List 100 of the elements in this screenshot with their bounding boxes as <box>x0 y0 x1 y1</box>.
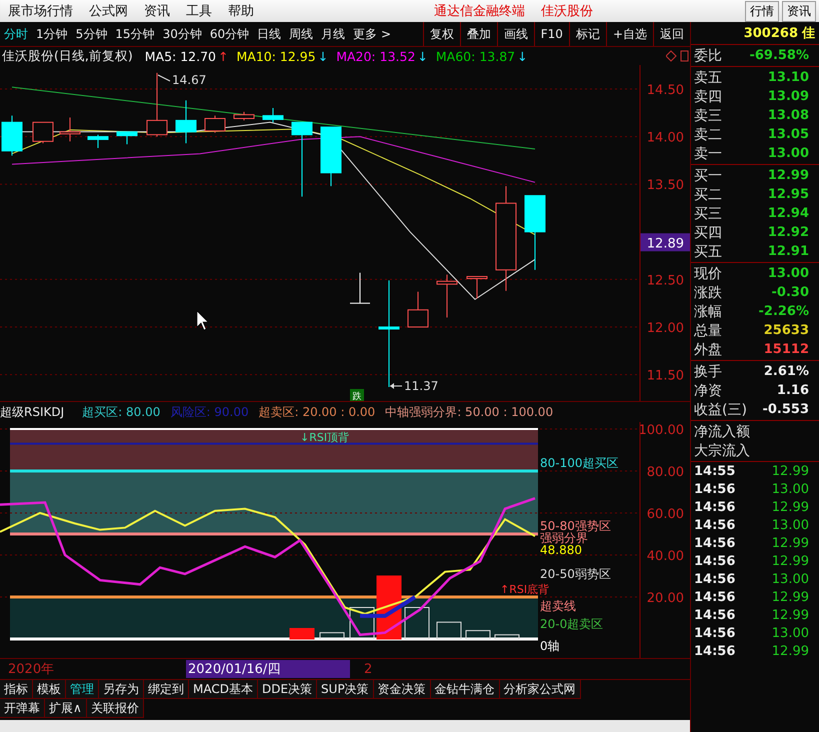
indicator-tab[interactable]: MACD基本 <box>189 680 258 699</box>
trade-price: 12.99 <box>772 590 809 607</box>
quote-label: 外盘 <box>694 340 722 358</box>
price-axis-label: 12.00 <box>646 321 684 336</box>
trade-time: 14:56 <box>694 554 736 571</box>
quote-label: 买五 <box>694 242 722 260</box>
app-title: 佳沃股份 <box>541 3 593 20</box>
trade-price: 12.99 <box>772 500 809 517</box>
trade-time: 14:56 <box>694 590 736 607</box>
indicator-tab[interactable]: 绑定到 <box>144 680 189 699</box>
indicator-axis-label: 20.00 <box>646 591 684 606</box>
indicator-tab[interactable]: 另存为 <box>99 680 144 699</box>
menu-item[interactable]: 公式网 <box>81 2 136 20</box>
price-axis-label: 12.50 <box>646 273 684 288</box>
trade-price: 12.99 <box>772 554 809 571</box>
stock-name: 佳 <box>802 25 815 42</box>
date-mark: 2 <box>363 662 374 676</box>
histogram-bar <box>350 607 374 640</box>
quote-value: -0.30 <box>772 285 809 300</box>
indicator-axis-label: 80.00 <box>646 465 684 480</box>
quote-label: 卖四 <box>694 88 722 106</box>
candlestick <box>234 111 254 121</box>
indicator-axis-label: 40.00 <box>646 549 684 564</box>
period-tab[interactable]: 周线 <box>285 26 318 42</box>
indicator-tab[interactable]: 金钻牛满仓 <box>430 680 500 699</box>
view-button[interactable]: 资讯 <box>782 0 816 22</box>
trend-arrow: ↓ <box>417 48 428 64</box>
trade-time: 14:56 <box>694 644 736 661</box>
quote-label: 买二 <box>694 186 722 204</box>
quote-label: 净流入额 <box>694 422 750 440</box>
period-tab[interactable]: 60分钟 <box>206 26 254 42</box>
trade-time: 14:56 <box>694 518 736 535</box>
indicator-param: 中轴强弱分界: 50.00 : 100.00 <box>385 404 554 420</box>
ma-value: MA10: 12.95 <box>236 48 316 64</box>
indicator-tab[interactable]: 关联报价 <box>86 699 144 718</box>
indicator-tab[interactable]: 模板 <box>33 680 66 699</box>
trade-price: 12.99 <box>772 536 809 553</box>
indicator-tab[interactable]: 开弹幕 <box>0 699 45 718</box>
candlestick <box>60 117 80 142</box>
indicator-tab[interactable]: 资金决策 <box>374 680 431 699</box>
bottom-divergence-label: ↑RSI底背 <box>500 582 550 596</box>
quote-value: 12.91 <box>768 244 809 259</box>
menu-item[interactable]: 帮助 <box>220 2 262 20</box>
candlestick <box>262 108 284 123</box>
quote-label: 卖五 <box>694 68 722 86</box>
zone-label: 20-50弱势区 <box>540 567 611 581</box>
period-tab[interactable]: 日线 <box>253 26 286 42</box>
menu-item[interactable]: 工具 <box>178 2 220 20</box>
quote-label: 买四 <box>694 224 722 242</box>
signal-badge: 跌 <box>350 389 364 401</box>
ma-value: MA20: 13.52 <box>336 48 416 64</box>
menu-item[interactable]: 展市场行情 <box>0 2 81 20</box>
period-tab[interactable]: 月线 <box>317 26 350 42</box>
trade-price: 13.00 <box>772 572 809 589</box>
histogram-bar <box>320 632 344 640</box>
indicator-tab[interactable]: 管理 <box>66 680 99 699</box>
period-tab[interactable]: 15分钟 <box>111 26 159 42</box>
period-tab[interactable]: 5分钟 <box>72 26 112 42</box>
candlestick <box>466 276 488 299</box>
view-button[interactable]: 行情 <box>745 0 779 22</box>
quote-value: 13.00 <box>768 146 809 161</box>
leader-line <box>158 74 170 82</box>
trade-time: 14:56 <box>694 500 736 517</box>
quote-label: 大宗流入 <box>694 442 750 460</box>
quote-label: 现价 <box>694 264 722 282</box>
indicator-tab[interactable]: 分析家公式网 <box>500 680 581 699</box>
high-price-label: 14.67 <box>172 73 206 87</box>
low-price-label: 11.37 <box>404 379 438 393</box>
period-tab[interactable]: 1分钟 <box>32 26 72 42</box>
candlestick <box>146 72 168 138</box>
quote-value: 13.05 <box>768 127 809 142</box>
chart-title: 佳沃股份(日线,前复权) <box>2 48 133 64</box>
zone-label: 20-0超卖区 <box>540 617 604 631</box>
indicator-axis-label: 60.00 <box>646 507 684 522</box>
current-price-tag: 12.89 <box>640 233 690 252</box>
ma-value: MA60: 13.87 <box>436 48 516 64</box>
indicator-tab[interactable]: DDE决策 <box>258 680 318 699</box>
indicator-tab[interactable]: SUP决策 <box>317 680 374 699</box>
quote-value: 13.10 <box>768 70 809 85</box>
quote-value: 25633 <box>764 323 809 338</box>
chart-options-icon[interactable] <box>666 50 690 62</box>
trade-price: 12.99 <box>772 464 809 481</box>
indicator-tab[interactable]: 扩展∧ <box>45 699 87 718</box>
trade-price: 13.00 <box>772 518 809 535</box>
quote-label: 委比 <box>694 46 722 64</box>
candlestick <box>320 126 342 187</box>
year-label: 2020年 <box>7 661 56 678</box>
menu-item[interactable]: 资讯 <box>136 2 178 20</box>
quote-value: 13.00 <box>768 266 809 281</box>
quote-value: 13.08 <box>768 108 809 123</box>
quote-value: -69.58% <box>749 48 809 63</box>
period-tab[interactable]: 30分钟 <box>158 26 206 42</box>
indicator-param: 超卖区: 20.00 : 0.00 <box>258 404 376 420</box>
indicator-tab[interactable]: 指标 <box>0 680 33 699</box>
period-tab[interactable]: 分时 <box>0 26 32 42</box>
candlestick <box>176 100 196 144</box>
period-tab[interactable]: 更多 > <box>349 26 395 42</box>
zone-label: 强弱分界 <box>540 531 588 545</box>
trade-price: 13.00 <box>772 626 809 643</box>
zone-label: 超卖线 <box>540 599 576 613</box>
